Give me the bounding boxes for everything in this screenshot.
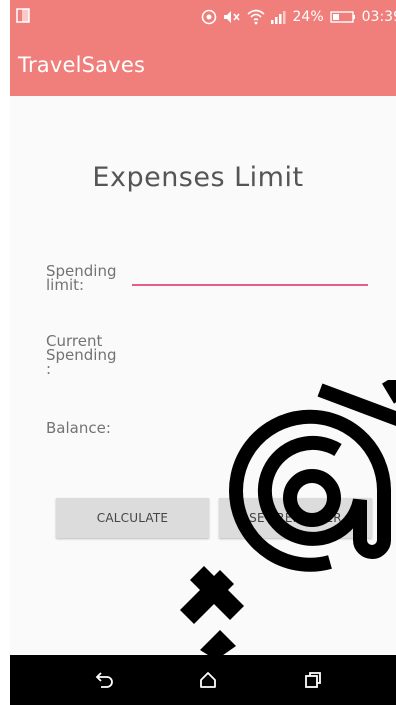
balance-label: Balance:	[46, 419, 111, 437]
calculate-button[interactable]: CALCULATE	[56, 498, 209, 538]
app-bar: TravelSaves	[10, 36, 396, 96]
signal-icon	[270, 10, 287, 24]
back-icon[interactable]	[92, 668, 118, 692]
recent-apps-icon[interactable]	[300, 668, 326, 692]
app-title: TravelSaves	[18, 53, 146, 77]
spending-limit-input[interactable]	[132, 260, 368, 286]
mute-icon	[223, 10, 241, 24]
eye-icon	[201, 9, 217, 25]
status-icons: 24% 03:39	[201, 8, 396, 26]
current-spending-label: Current Spending :	[46, 332, 117, 378]
screen-rotation-icon	[16, 8, 30, 24]
status-time: 03:39	[361, 9, 396, 25]
status-bar: 24% 03:39	[10, 0, 396, 36]
screen-title: Expenses Limit	[92, 162, 304, 193]
navigation-bar	[10, 655, 396, 705]
battery-percent: 24%	[292, 9, 324, 25]
wifi-icon	[246, 9, 265, 25]
spending-limit-label: Spending limit:	[46, 262, 117, 294]
set-reminder-button[interactable]: SET REMINDER	[219, 498, 372, 538]
battery-icon	[329, 11, 356, 23]
home-icon[interactable]	[195, 668, 221, 692]
device-screen: 24% 03:39 TravelSaves Expenses Limit Spe…	[10, 0, 396, 705]
